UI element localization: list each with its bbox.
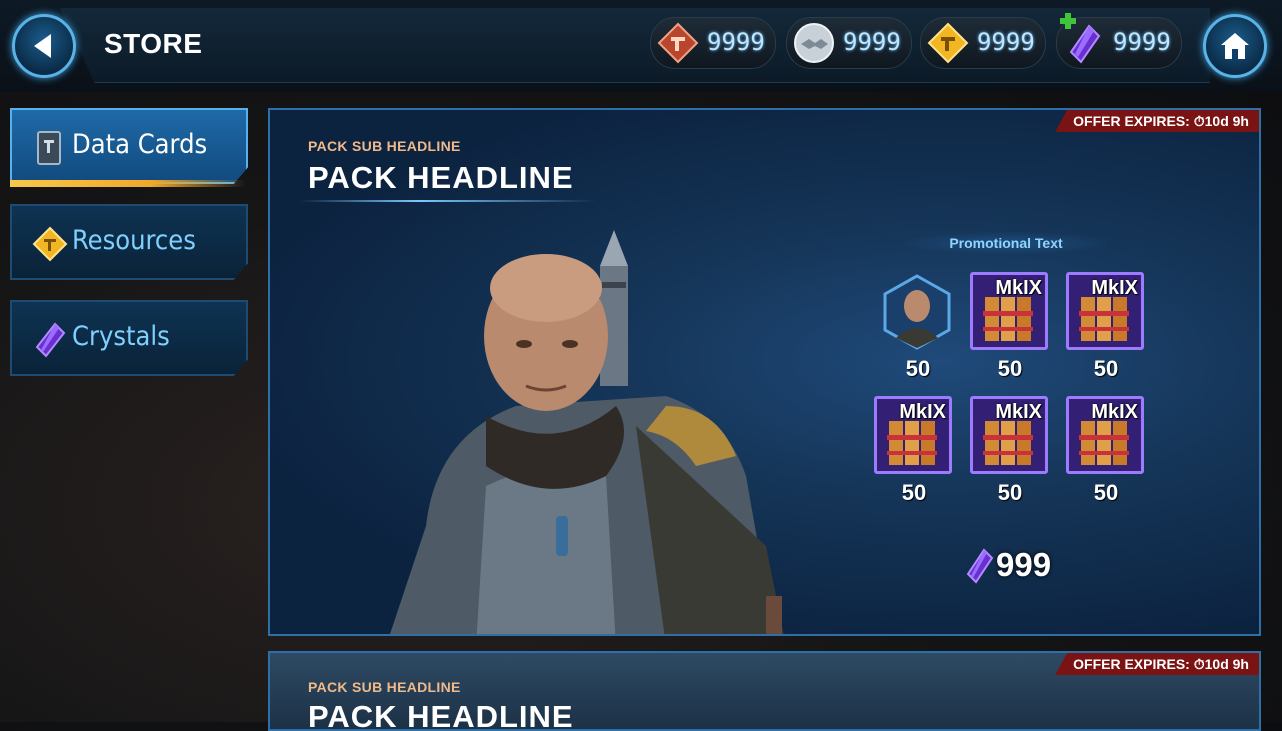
offer-expires-badge: OFFER EXPIRES: ⏱10d 9h (1055, 653, 1259, 675)
home-icon (1221, 33, 1249, 59)
gear-tier-label: MkIX (1091, 401, 1138, 423)
reward-gear[interactable]: MkIX 50 (968, 396, 1052, 516)
gear-frame: MkIX (970, 396, 1048, 474)
reward-quantity: 50 (997, 480, 1023, 505)
price-value: 999 (996, 546, 1052, 583)
gear-tier-label: MkIX (995, 401, 1042, 423)
add-crystals-icon[interactable] (1059, 12, 1077, 30)
gear-frame: MkIX (874, 396, 952, 474)
currency-shipment-credits[interactable]: 9999 (650, 17, 776, 69)
pack-sub-headline: PACK SUB HEADLINE (308, 679, 461, 695)
crystal-icon (35, 322, 66, 358)
crystal-price-icon (966, 548, 994, 584)
reward-gear[interactable]: MkIX 50 (1064, 396, 1148, 516)
reward-gear[interactable]: MkIX 50 (968, 272, 1052, 392)
back-button[interactable] (12, 14, 76, 78)
shipment-credits-icon (657, 22, 699, 64)
headline-divider (300, 200, 596, 202)
home-button[interactable] (1203, 14, 1267, 78)
promotional-text: Promotional Text (906, 232, 1106, 254)
data-card-icon (37, 131, 61, 165)
offer-expires-badge: OFFER EXPIRES: ⏱10d 9h (1055, 110, 1259, 132)
gear-tier-label: MkIX (899, 401, 946, 423)
credits-icon (927, 22, 969, 64)
currency-crystals[interactable]: 9999 (1056, 13, 1182, 69)
currency-ally-points[interactable]: 9999 (786, 17, 912, 69)
tab-data-cards[interactable]: Data Cards (10, 108, 248, 184)
currency-credits[interactable]: 9999 (920, 17, 1046, 69)
resources-icon (32, 226, 68, 262)
active-tab-indicator (10, 180, 246, 187)
crystals-value: 9999 (1113, 28, 1171, 56)
ally-points-icon (794, 23, 834, 63)
pack-offer-card[interactable]: OFFER EXPIRES: ⏱10d 9h PACK SUB HEADLINE… (268, 651, 1261, 731)
pack-sub-headline: PACK SUB HEADLINE (308, 138, 461, 154)
reward-gear[interactable]: MkIX 50 (872, 396, 956, 516)
credits-value: 9999 (977, 28, 1035, 56)
tab-label: Crystals (72, 321, 170, 352)
gear-frame: MkIX (1066, 272, 1144, 350)
character-shard-icon (883, 274, 951, 350)
pack-headline: PACK HEADLINE (308, 699, 574, 731)
tab-resources[interactable]: Resources (10, 204, 248, 280)
gear-tier-label: MkIX (1091, 277, 1138, 299)
reward-character-shard[interactable]: 50 (876, 272, 960, 392)
gear-tier-label: MkIX (995, 277, 1042, 299)
page-title: STORE (104, 28, 203, 59)
reward-quantity: 50 (1093, 480, 1119, 505)
gear-frame: MkIX (1066, 396, 1144, 474)
gear-frame: MkIX (970, 272, 1048, 350)
tab-label: Resources (72, 225, 196, 256)
character-portrait (390, 230, 784, 634)
reward-quantity: 50 (901, 480, 927, 505)
tab-crystals[interactable]: Crystals (10, 300, 248, 376)
pack-headline: PACK HEADLINE (308, 160, 574, 195)
reward-gear[interactable]: MkIX 50 (1064, 272, 1148, 392)
reward-quantity: 50 (997, 356, 1023, 381)
shipment-credits-value: 9999 (707, 28, 765, 56)
ally-points-value: 9999 (843, 28, 901, 56)
pack-offer-card[interactable]: OFFER EXPIRES: ⏱10d 9h PACK SUB HEADLINE… (268, 108, 1261, 636)
reward-quantity: 50 (1093, 356, 1119, 381)
reward-quantity: 50 (905, 356, 931, 381)
tab-label: Data Cards (72, 129, 208, 160)
back-arrow-icon (34, 34, 51, 58)
